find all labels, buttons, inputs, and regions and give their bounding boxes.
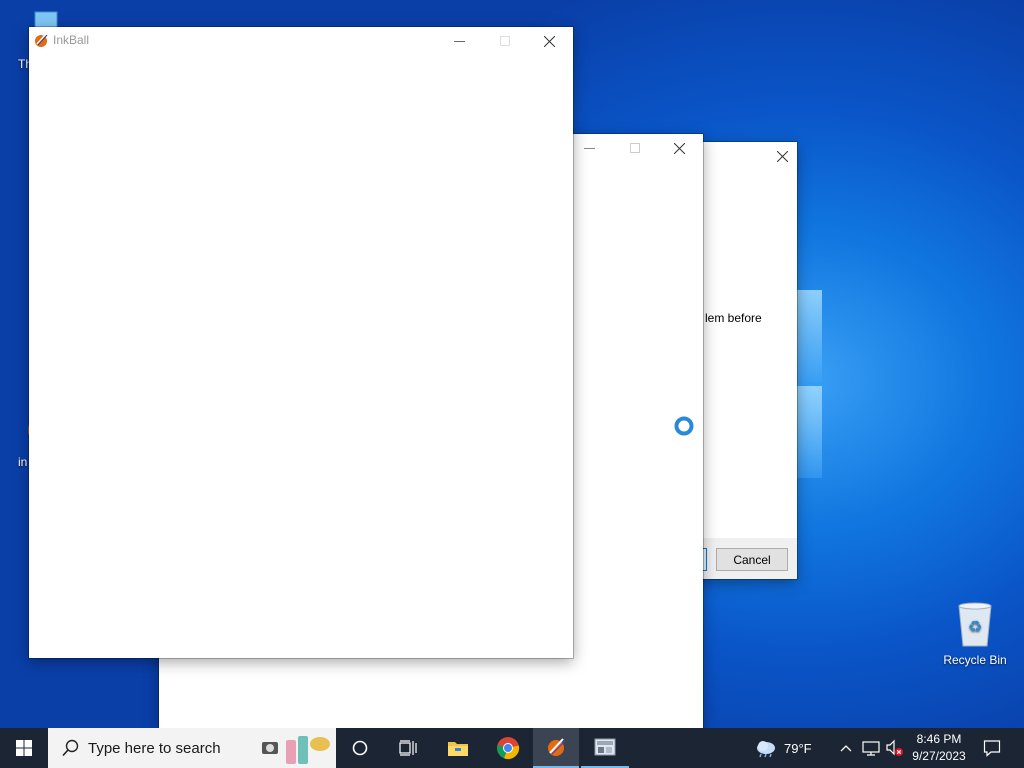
taskbar-clock[interactable]: 8:46 PM 9/27/2023	[908, 728, 970, 768]
minimize-icon	[454, 40, 465, 42]
inkball-icon	[548, 738, 566, 756]
desktop-icon-recycle-bin[interactable]: ♻ Recycle Bin	[940, 600, 1010, 667]
close-button[interactable]	[527, 27, 572, 55]
notification-icon	[983, 740, 1001, 757]
dialog-message-text: lem before	[705, 311, 762, 325]
taskbar-inkball[interactable]	[533, 728, 579, 768]
dialog-close-button[interactable]	[760, 142, 804, 170]
file-explorer-icon	[448, 742, 468, 756]
close-icon	[776, 150, 788, 162]
volume-button[interactable]	[884, 728, 906, 768]
task-view-button[interactable]	[384, 728, 432, 768]
control-panel-icon	[594, 738, 616, 756]
maximize-icon	[499, 36, 510, 46]
start-icon	[16, 740, 32, 756]
chevron-up-icon	[840, 745, 852, 752]
cancel-button[interactable]: Cancel	[716, 548, 788, 571]
show-hidden-icons-button[interactable]	[836, 728, 856, 768]
maximize-button[interactable]	[482, 27, 527, 55]
search-icon	[62, 739, 79, 757]
weather-temperature: 79°F	[784, 740, 812, 756]
clock-date: 9/27/2023	[912, 749, 966, 763]
taskbar-control-panel[interactable]	[581, 728, 629, 768]
weather-widget[interactable]: 79°F	[754, 728, 824, 768]
chrome-icon	[497, 737, 520, 760]
close-button[interactable]	[657, 134, 702, 162]
minimize-icon	[584, 147, 595, 149]
action-center-button[interactable]	[976, 728, 1008, 768]
search-placeholder: Type here to search	[88, 739, 221, 757]
network-button[interactable]	[860, 728, 882, 768]
volume-muted-icon	[886, 739, 903, 756]
inkball-title-bar[interactable]: InkBall	[29, 27, 573, 55]
desktop-icon-label: Recycle Bin	[943, 653, 1007, 667]
svg-text:♻: ♻	[968, 617, 982, 636]
minimize-button[interactable]	[437, 27, 482, 55]
maximize-icon	[629, 143, 640, 153]
recycle-bin-icon: ♻	[958, 602, 992, 647]
cortana-button[interactable]	[336, 728, 384, 768]
taskbar-file-explorer[interactable]	[434, 728, 482, 768]
window-title: InkBall	[53, 33, 90, 47]
cortana-icon	[352, 740, 368, 756]
weather-cloud-icon	[757, 741, 775, 758]
loading-spinner-icon	[674, 416, 694, 436]
task-view-icon	[399, 740, 417, 756]
close-icon	[544, 35, 555, 47]
wallpaper-logo-beam	[796, 386, 822, 478]
start-button[interactable]	[0, 728, 48, 768]
wallpaper-logo-beam	[796, 290, 822, 382]
taskbar-search-box[interactable]: Type here to search	[48, 728, 336, 768]
maximize-button[interactable]	[612, 134, 657, 162]
minimize-button[interactable]	[567, 134, 612, 162]
taskbar: Type here to search 79°F 8:46 PM 9/27/20…	[0, 728, 1024, 768]
close-icon	[674, 142, 685, 154]
network-icon	[862, 741, 880, 756]
search-highlight-illustration-icon	[262, 736, 330, 764]
taskbar-chrome[interactable]	[484, 728, 532, 768]
inkball-app-icon	[35, 33, 48, 47]
inkball-window: InkBall	[29, 27, 573, 658]
clock-time: 8:46 PM	[916, 732, 962, 746]
